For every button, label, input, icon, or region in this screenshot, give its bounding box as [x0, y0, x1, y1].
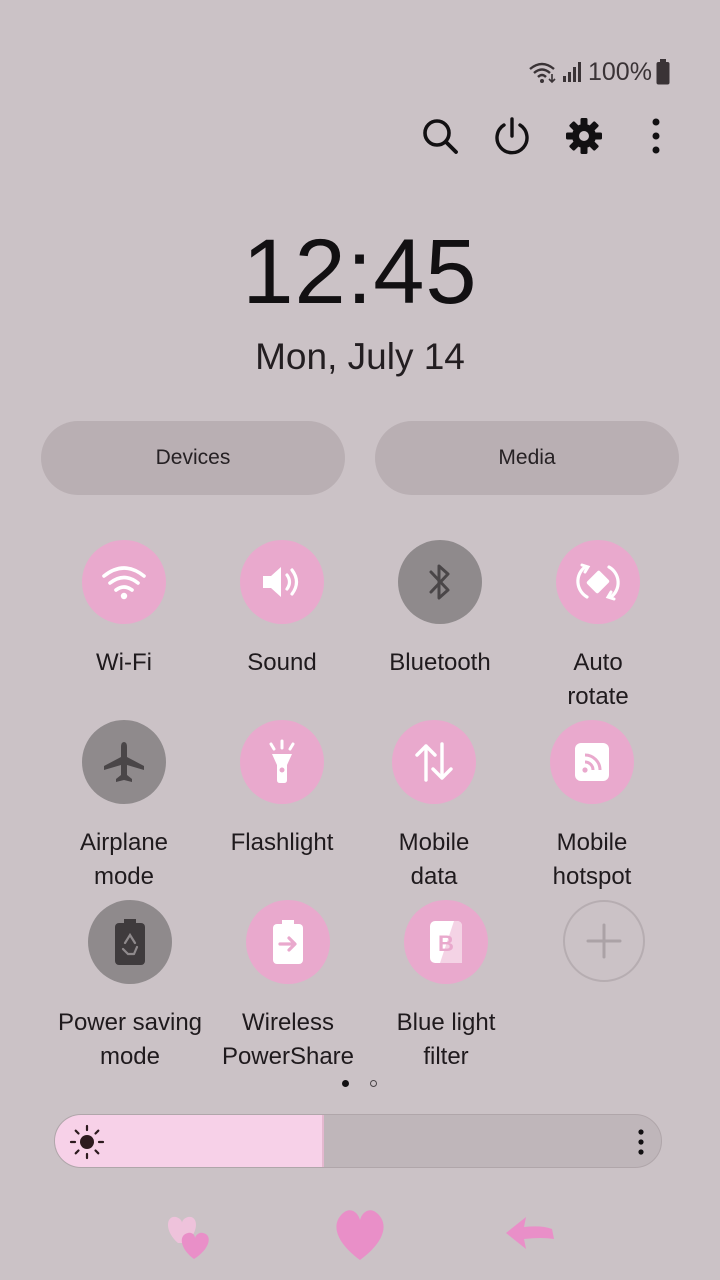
blue-light-filter-icon: B: [430, 921, 462, 963]
tile-airplane-mode[interactable]: Airplane mode: [44, 720, 204, 894]
more-vertical-icon: [652, 118, 660, 154]
tile-label: Sound: [247, 649, 317, 676]
page-dot[interactable]: [370, 1080, 377, 1087]
tile-label: Airplane mode: [79, 829, 169, 890]
power-icon: [495, 117, 529, 155]
wifi-signal-icon: [529, 62, 556, 84]
tile-mobile-data-button[interactable]: [392, 720, 476, 804]
brightness-slider[interactable]: [54, 1114, 662, 1168]
devices-button[interactable]: Devices: [41, 421, 345, 495]
tile-label: Wi-Fi: [96, 649, 152, 676]
tile-sound[interactable]: Sound: [202, 540, 362, 680]
tile-flashlight[interactable]: Flashlight: [202, 720, 362, 860]
tile-mobile-hotspot[interactable]: Mobile hotspot: [512, 720, 672, 894]
more-options-button[interactable]: [630, 110, 682, 162]
tile-label: Wireless PowerShare: [221, 1009, 355, 1070]
back-arrow-icon: [506, 1217, 554, 1249]
tile-power-saving-button[interactable]: [88, 900, 172, 984]
tile-label: Mobile data: [398, 829, 470, 890]
wifi-icon: [102, 566, 146, 600]
battery-icon: [656, 59, 670, 85]
battery-percent: 100%: [588, 57, 652, 86]
flashlight-icon: [269, 739, 295, 783]
tile-label: Auto rotate: [567, 649, 629, 710]
tile-bluetooth[interactable]: Bluetooth: [360, 540, 520, 680]
search-button[interactable]: [414, 110, 466, 162]
sound-icon: [263, 567, 299, 597]
devices-label: Devices: [155, 446, 231, 469]
media-label: Media: [498, 446, 556, 469]
tile-blue-light-filter-button[interactable]: B: [404, 900, 488, 984]
tile-label: Blue light filter: [396, 1009, 496, 1070]
nav-recents-button[interactable]: [140, 1198, 240, 1268]
power-saving-icon: [115, 919, 145, 965]
tile-label: Mobile hotspot: [552, 829, 632, 890]
nav-back-button[interactable]: [480, 1198, 580, 1268]
tile-wireless-powershare[interactable]: Wireless PowerShare: [208, 900, 368, 1074]
settings-button[interactable]: [558, 110, 610, 162]
status-bar: 100%: [528, 56, 678, 88]
tile-mobile-data[interactable]: Mobile data: [354, 720, 514, 894]
brightness-more-icon[interactable]: [637, 1129, 645, 1155]
media-button[interactable]: Media: [375, 421, 679, 495]
tile-bluetooth-button[interactable]: [398, 540, 482, 624]
wireless-powershare-icon: [273, 920, 303, 964]
power-button[interactable]: [486, 110, 538, 162]
svg-text:B: B: [438, 931, 454, 956]
heart-icon: [336, 1210, 384, 1260]
tile-flashlight-button[interactable]: [240, 720, 324, 804]
double-heart-icon: [168, 1216, 209, 1259]
tile-auto-rotate-button[interactable]: [556, 540, 640, 624]
auto-rotate-icon: [576, 563, 620, 601]
hotspot-icon: [575, 743, 609, 781]
clock-time[interactable]: 12:45: [0, 220, 720, 325]
tile-label: Flashlight: [230, 829, 334, 856]
page-dot-active[interactable]: [342, 1080, 349, 1087]
brightness-sun-icon: [69, 1124, 105, 1160]
tile-mobile-hotspot-button[interactable]: [550, 720, 634, 804]
nav-home-button[interactable]: [310, 1198, 410, 1268]
airplane-icon: [104, 742, 144, 782]
gear-icon: [566, 118, 602, 154]
tile-label: Bluetooth: [389, 649, 491, 676]
search-icon: [423, 119, 458, 154]
tile-wifi[interactable]: Wi-Fi: [44, 540, 204, 680]
tile-wireless-powershare-button[interactable]: [246, 900, 330, 984]
tile-auto-rotate[interactable]: Auto rotate: [518, 540, 678, 714]
clock-date[interactable]: Mon, July 14: [0, 336, 720, 378]
add-tile-button[interactable]: [563, 900, 645, 982]
bluetooth-icon: [429, 564, 450, 600]
tile-airplane-mode-button[interactable]: [82, 720, 166, 804]
tile-add[interactable]: [524, 900, 684, 982]
tile-blue-light-filter[interactable]: B Blue light filter: [366, 900, 526, 1074]
tile-sound-button[interactable]: [240, 540, 324, 624]
mobile-data-icon: [415, 742, 453, 782]
cellular-signal-icon: [563, 62, 581, 82]
tile-label: Power saving mode: [57, 1009, 203, 1070]
tile-wifi-button[interactable]: [82, 540, 166, 624]
tile-power-saving[interactable]: Power saving mode: [50, 900, 210, 1074]
add-icon: [586, 923, 622, 959]
